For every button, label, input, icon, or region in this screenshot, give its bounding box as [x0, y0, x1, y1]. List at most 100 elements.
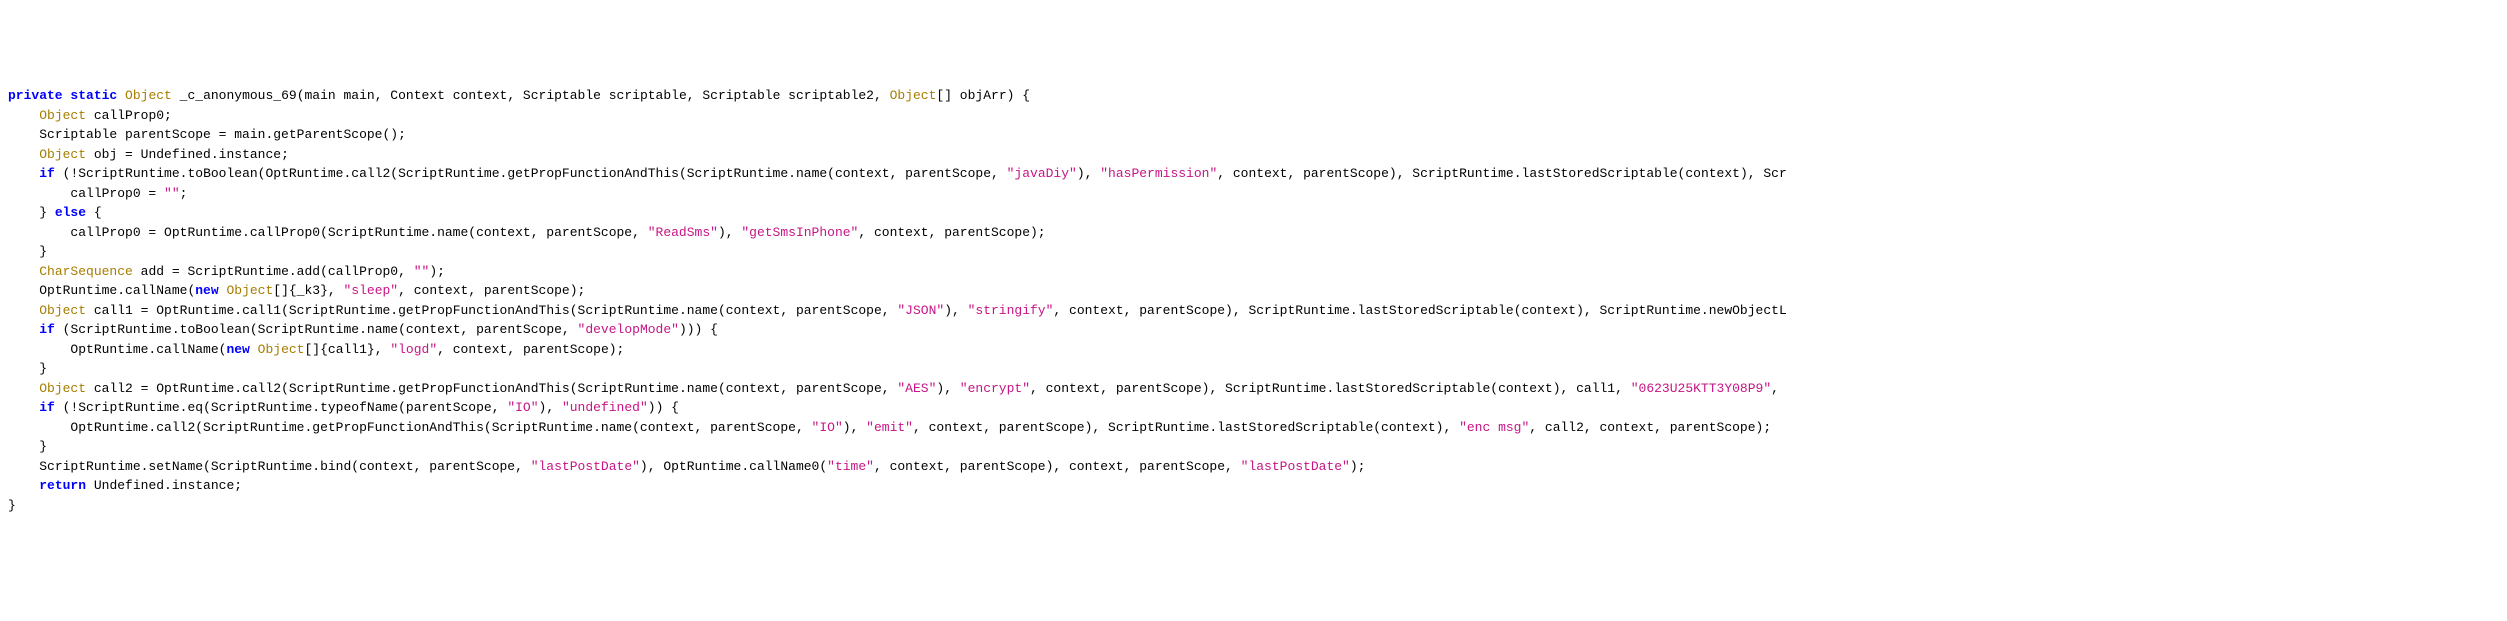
token-str: "sleep" — [344, 283, 399, 298]
token-ident: , context, parentScope); — [858, 225, 1045, 240]
token-str: "lastPostDate" — [531, 459, 640, 474]
token-ident: (ScriptRuntime.toBoolean(ScriptRuntime.n… — [63, 322, 578, 337]
token-ident: OptRuntime.callName( — [70, 342, 226, 357]
token-type: Object — [39, 381, 86, 396]
token-str: "hasPermission" — [1100, 166, 1217, 181]
token-kw: if — [39, 400, 55, 415]
token-kw: return — [39, 478, 86, 493]
code-line: OptRuntime.callName(new Object[]{call1},… — [8, 340, 2499, 360]
token-sp — [86, 147, 94, 162]
token-ident: add = ScriptRuntime.add(callProp0, — [141, 264, 414, 279]
token-sp — [86, 303, 94, 318]
token-sp — [86, 205, 94, 220]
code-line: if (!ScriptRuntime.toBoolean(OptRuntime.… — [8, 164, 2499, 184]
token-sp — [86, 478, 94, 493]
token-str: "emit" — [866, 420, 913, 435]
token-kw: static — [70, 88, 117, 103]
token-str: "javaDiy" — [1007, 166, 1077, 181]
token-ident: Scriptable parentScope = main.getParentS… — [39, 127, 406, 142]
token-ident: , — [1771, 381, 1779, 396]
token-ident: call1 = OptRuntime.call1(ScriptRuntime.g… — [94, 303, 898, 318]
token-ident: [] objArr) { — [936, 88, 1030, 103]
token-ident: ))) { — [679, 322, 718, 337]
token-ident: { — [94, 205, 102, 220]
token-ident: obj = Undefined.instance; — [94, 147, 289, 162]
token-ident: , context, parentScope), ScriptRuntime.l… — [1053, 303, 1786, 318]
code-line: Scriptable parentScope = main.getParentS… — [8, 125, 2499, 145]
token-type: Object — [39, 303, 86, 318]
token-ident: ), — [718, 225, 741, 240]
token-ident: )) { — [648, 400, 679, 415]
token-ident: (!ScriptRuntime.eq(ScriptRuntime.typeofN… — [63, 400, 508, 415]
token-ident: , context, parentScope), ScriptRuntime.l… — [913, 420, 1459, 435]
token-ident: ), OptRuntime.callName0( — [640, 459, 827, 474]
token-ident: Undefined.instance; — [94, 478, 242, 493]
token-ident: callProp0; — [94, 108, 172, 123]
token-ident: ), — [539, 400, 562, 415]
token-sp — [86, 108, 94, 123]
token-str: "JSON" — [897, 303, 944, 318]
code-line: } — [8, 242, 2499, 262]
token-type: Object — [125, 88, 172, 103]
token-type: Object — [39, 108, 86, 123]
token-kw: new — [226, 342, 249, 357]
token-sp — [55, 166, 63, 181]
token-ident: } — [39, 361, 47, 376]
token-str: "AES" — [897, 381, 936, 396]
code-line: } else { — [8, 203, 2499, 223]
token-ident: , context, parentScope); — [437, 342, 624, 357]
code-line: Object call2 = OptRuntime.call2(ScriptRu… — [8, 379, 2499, 399]
code-line: Object call1 = OptRuntime.call1(ScriptRu… — [8, 301, 2499, 321]
code-line: return Undefined.instance; — [8, 476, 2499, 496]
token-ident: []{_k3}, — [273, 283, 343, 298]
code-line: } — [8, 359, 2499, 379]
token-ident: , context, parentScope); — [398, 283, 585, 298]
token-ident: OptRuntime.call2(ScriptRuntime.getPropFu… — [70, 420, 811, 435]
token-str: "logd" — [390, 342, 437, 357]
token-ident: ; — [180, 186, 188, 201]
token-ident: } — [8, 498, 16, 513]
token-ident: , context, parentScope), ScriptRuntime.l… — [1217, 166, 1787, 181]
token-str: "0623U25KTT3Y08P9" — [1631, 381, 1771, 396]
code-line: callProp0 = OptRuntime.callProp0(ScriptR… — [8, 223, 2499, 243]
token-kw: if — [39, 166, 55, 181]
token-sp — [250, 342, 258, 357]
token-sp — [117, 88, 125, 103]
code-line: if (!ScriptRuntime.eq(ScriptRuntime.type… — [8, 398, 2499, 418]
token-str: "" — [414, 264, 430, 279]
code-line: Object callProp0; — [8, 106, 2499, 126]
token-str: "enc msg" — [1459, 420, 1529, 435]
token-type: Object — [258, 342, 305, 357]
token-str: "IO" — [507, 400, 538, 415]
token-ident: ); — [1350, 459, 1366, 474]
token-ident: , context, parentScope), context, parent… — [874, 459, 1241, 474]
code-line: OptRuntime.call2(ScriptRuntime.getPropFu… — [8, 418, 2499, 438]
token-str: "developMode" — [578, 322, 679, 337]
code-line: ScriptRuntime.setName(ScriptRuntime.bind… — [8, 457, 2499, 477]
token-ident: ScriptRuntime.setName(ScriptRuntime.bind… — [39, 459, 530, 474]
token-str: "undefined" — [562, 400, 648, 415]
token-type: Object — [39, 147, 86, 162]
token-ident: } — [39, 244, 47, 259]
token-str: "encrypt" — [960, 381, 1030, 396]
token-ident: ), — [944, 303, 967, 318]
token-sp — [133, 264, 141, 279]
token-type: Object — [890, 88, 937, 103]
token-str: "" — [164, 186, 180, 201]
token-sp — [86, 381, 94, 396]
code-line: private static Object _c_anonymous_69(ma… — [8, 86, 2499, 106]
token-ident: _c_anonymous_69(main main, Context conte… — [180, 88, 890, 103]
token-ident: } — [39, 205, 55, 220]
token-str: "time" — [827, 459, 874, 474]
token-type: Object — [226, 283, 273, 298]
token-sp — [55, 400, 63, 415]
token-ident: callProp0 = — [70, 186, 164, 201]
token-ident: , call2, context, parentScope); — [1529, 420, 1771, 435]
token-ident: OptRuntime.callName( — [39, 283, 195, 298]
token-ident: , context, parentScope), ScriptRuntime.l… — [1030, 381, 1631, 396]
token-str: "ReadSms" — [648, 225, 718, 240]
token-str: "IO" — [812, 420, 843, 435]
token-kw: private — [8, 88, 63, 103]
token-sp — [172, 88, 180, 103]
token-ident: ), — [1077, 166, 1100, 181]
